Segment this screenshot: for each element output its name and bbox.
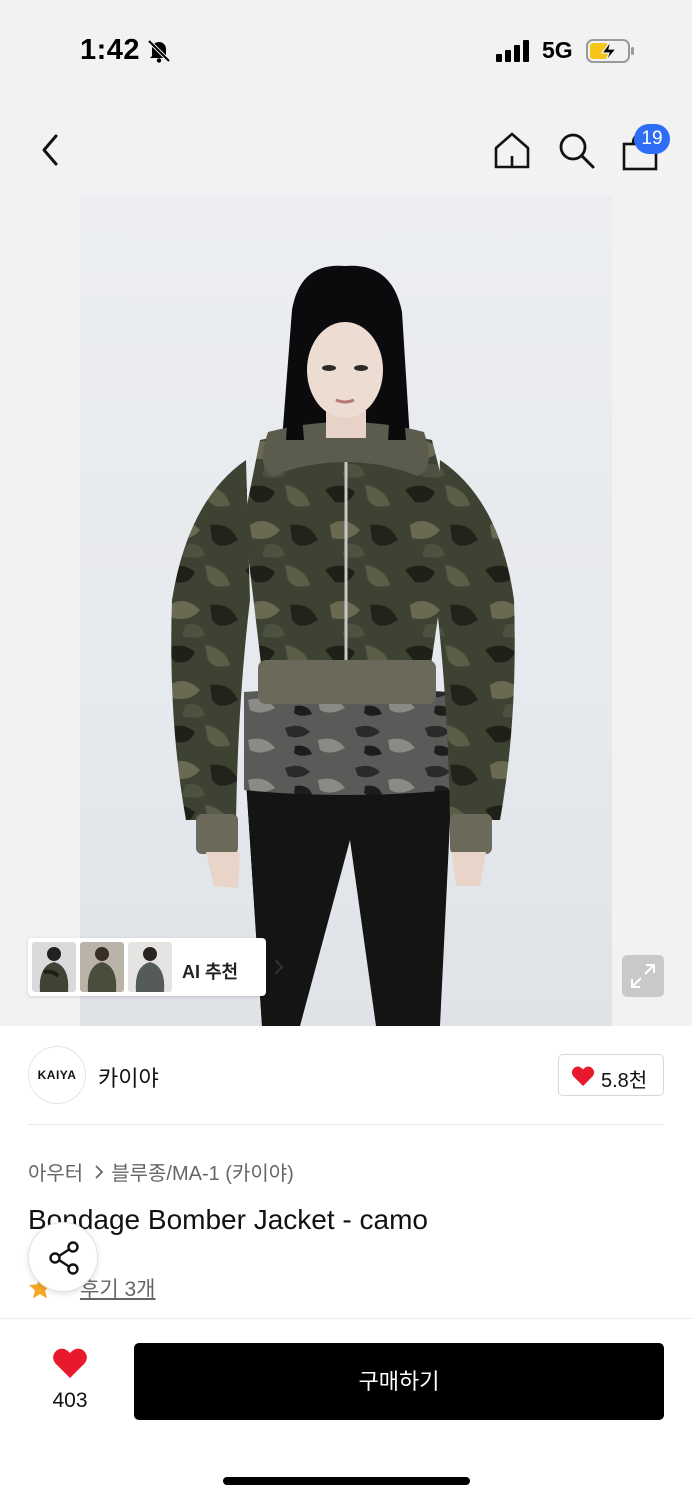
product-photo xyxy=(171,265,515,1026)
ai-thumbnail xyxy=(32,942,76,992)
divider xyxy=(28,1124,664,1125)
bell-slash-icon xyxy=(147,39,171,63)
bottom-bar: 403 구매하기 xyxy=(0,1318,692,1500)
product-title: Bondage Bomber Jacket - camo xyxy=(28,1204,428,1235)
heart-icon[interactable] xyxy=(52,1347,88,1379)
ai-recommend-label: AI 추천 xyxy=(182,962,239,982)
share-button[interactable] xyxy=(28,1222,98,1292)
product-like-count: 403 xyxy=(52,1389,88,1412)
brand-logo[interactable]: KAIYA xyxy=(28,1046,86,1104)
ai-recommend-chip[interactable]: AI 추천 xyxy=(28,938,284,996)
brand-name[interactable]: 카이야 xyxy=(98,1061,159,1093)
chevron-right-icon xyxy=(275,960,284,974)
heart-icon xyxy=(571,1066,595,1086)
buy-button[interactable]: 구매하기 xyxy=(134,1343,664,1420)
home-indicator[interactable] xyxy=(223,1477,470,1485)
expand-icon xyxy=(631,964,655,988)
ai-thumbnail xyxy=(128,942,172,992)
brand-like-count: 5.8천 xyxy=(601,1070,648,1092)
network-type: 5G xyxy=(542,37,573,63)
cart-count-badge: 19 xyxy=(634,124,670,154)
back-icon[interactable] xyxy=(34,130,66,170)
breadcrumb: 아우터 블루종/MA-1 (카이야) xyxy=(28,1157,294,1186)
home-icon[interactable] xyxy=(492,130,532,170)
brand-row[interactable]: KAIYA 카이야 5.8천 xyxy=(0,1026,692,1126)
search-icon[interactable] xyxy=(556,130,596,170)
signal-bars-icon xyxy=(496,40,529,62)
share-icon xyxy=(49,1241,79,1275)
ai-thumbnail xyxy=(80,942,124,992)
breadcrumb-subcategory[interactable]: 블루종/MA-1 (카이야) xyxy=(111,1157,294,1186)
chevron-right-icon xyxy=(95,1164,104,1179)
status-time: 1:42 xyxy=(80,34,141,66)
expand-button[interactable] xyxy=(622,955,664,997)
battery-charging-icon xyxy=(586,39,634,63)
brand-like-button[interactable]: 5.8천 xyxy=(558,1054,664,1096)
breadcrumb-category[interactable]: 아우터 xyxy=(28,1157,83,1186)
status-bar: 1:42 5G xyxy=(0,0,692,100)
product-image[interactable] xyxy=(0,100,692,1026)
